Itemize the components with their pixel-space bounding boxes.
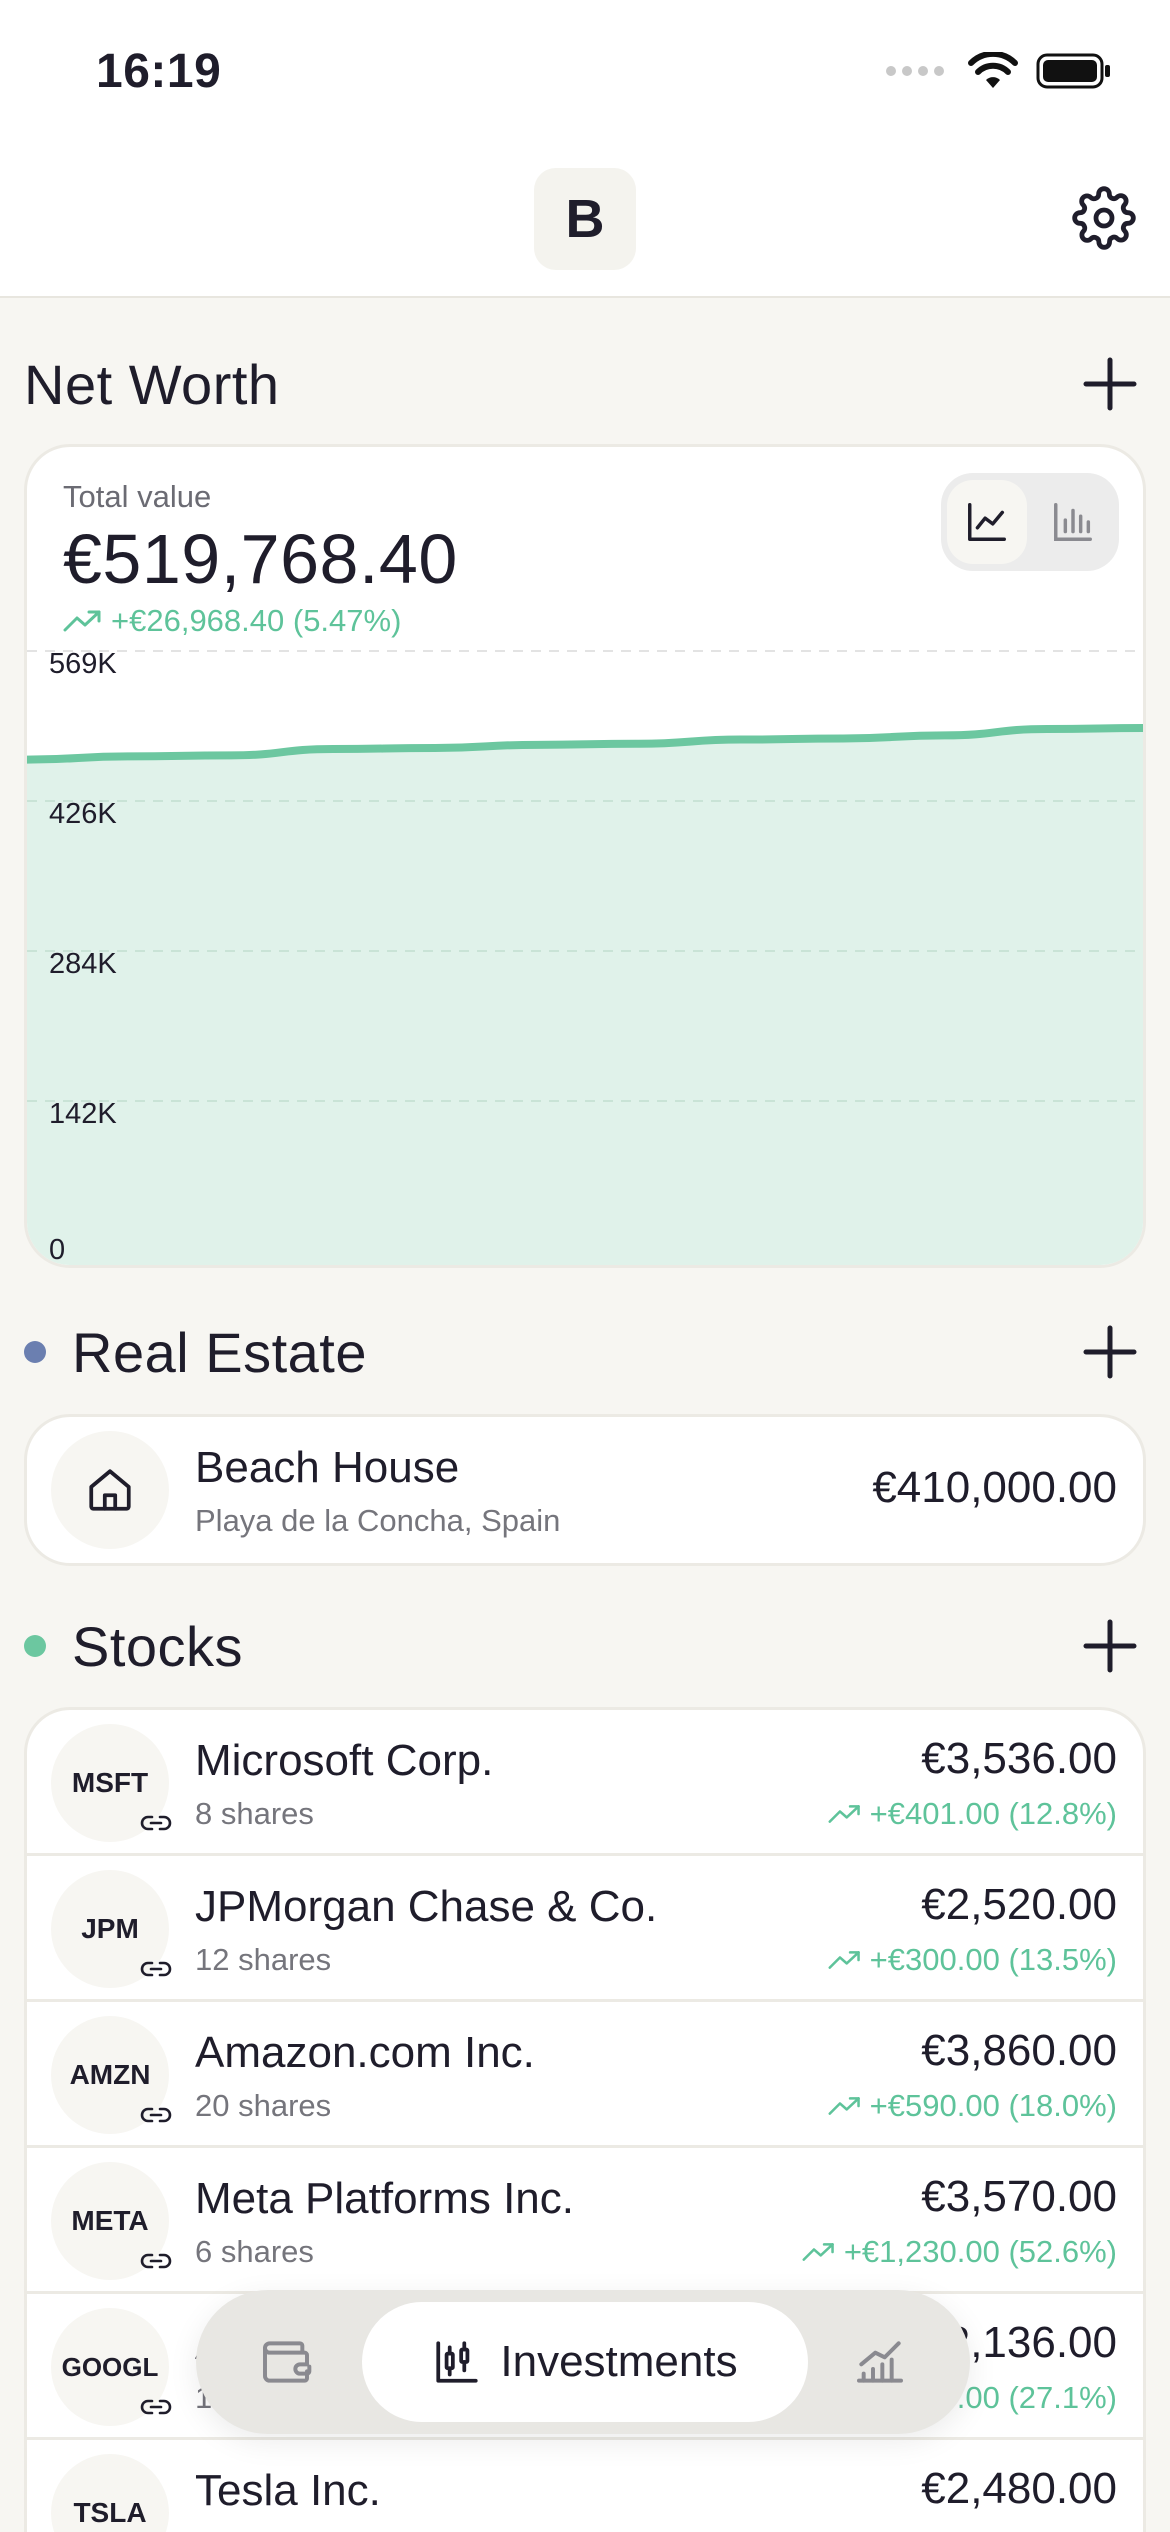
app-logo[interactable]: B (534, 168, 636, 270)
trending-up-icon (828, 1805, 860, 1823)
status-bar: 16:19 (0, 0, 1170, 150)
table-row[interactable]: AMZN Amazon.com Inc. 20 shares €3,860.00… (27, 2002, 1143, 2148)
ticker-avatar: TSLA (51, 2454, 169, 2532)
real-estate-dot (24, 1341, 46, 1363)
total-change: +€26,968.40 (5.47%) (63, 603, 401, 639)
trend-chart-icon (857, 2341, 903, 2383)
trending-up-icon (828, 2097, 860, 2115)
tab-wallet[interactable] (226, 2302, 346, 2422)
y-tick-label: 426K (49, 798, 117, 830)
stock-value: 2,136.00 (945, 2318, 1117, 2367)
stock-change: +€1,230.00 (52.6%) (802, 2234, 1117, 2270)
stock-change: +€300.00 (13.5%) (828, 1942, 1117, 1978)
stock-value: €3,536.00 (921, 1734, 1117, 1783)
table-row[interactable]: TSLA Tesla Inc. €2,480.00 (27, 2440, 1143, 2532)
stock-change-text: +€1,230.00 (52.6%) (843, 2234, 1117, 2269)
net-worth-title: Net Worth (24, 352, 280, 416)
real-estate-card: Beach House Playa de la Concha, Spain €4… (24, 1414, 1146, 1566)
stock-value: €3,570.00 (921, 2172, 1117, 2221)
real-estate-title: Real Estate (72, 1320, 367, 1384)
battery-icon (1036, 53, 1110, 89)
stock-name: Amazon.com Inc. (195, 2028, 535, 2077)
gear-icon (1072, 186, 1136, 250)
stocks-title: Stocks (72, 1614, 244, 1678)
net-worth-header: Net Worth (24, 344, 1146, 424)
plus-icon (1083, 1619, 1137, 1673)
plus-icon (1083, 1325, 1137, 1379)
stock-change: +€590.00 (18.0%) (828, 2088, 1117, 2124)
plus-icon (1083, 357, 1137, 411)
trending-up-icon (828, 1951, 860, 1969)
y-tick-label: 569K (49, 648, 117, 680)
real-estate-header: Real Estate (24, 1312, 1146, 1392)
stocks-dot (24, 1635, 46, 1657)
add-net-worth-button[interactable] (1074, 348, 1146, 420)
net-worth-card: 569K 426K 284K 142K 0 Total value €519,768.4… (24, 444, 1146, 1268)
status-icons (886, 52, 1112, 90)
candlestick-chart-icon (436, 2341, 479, 2383)
stock-change: +€401.00 (12.8%) (828, 1796, 1117, 1832)
bar-chart-view-button[interactable] (1033, 480, 1113, 564)
add-stock-button[interactable] (1074, 1610, 1146, 1682)
table-row[interactable]: META Meta Platforms Inc. 6 shares €3,570… (27, 2148, 1143, 2294)
link-icon (139, 2248, 173, 2274)
trending-up-icon (63, 610, 101, 632)
stock-name: Meta Platforms Inc. (195, 2174, 575, 2223)
y-tick-label: 0 (49, 1234, 65, 1266)
line-chart-view-button[interactable] (947, 480, 1027, 564)
stock-name: Tesla Inc. (195, 2466, 381, 2515)
table-row[interactable]: MSFT Microsoft Corp. 8 shares €3,536.00 … (27, 1710, 1143, 1856)
y-tick-label: 284K (49, 948, 117, 980)
stock-shares: 6 shares (195, 2234, 314, 2269)
total-value-label: Total value (63, 479, 212, 514)
link-icon (139, 1810, 173, 1836)
link-icon (139, 2394, 173, 2420)
wallet-icon (263, 2341, 312, 2383)
add-real-estate-button[interactable] (1074, 1316, 1146, 1388)
stock-value: €3,860.00 (921, 2026, 1117, 2075)
home-icon (89, 1469, 131, 1511)
settings-button[interactable] (1068, 182, 1140, 254)
stock-value: €2,480.00 (921, 2464, 1117, 2513)
link-icon (139, 1956, 173, 1982)
status-time: 16:19 (96, 45, 222, 98)
link-icon (139, 2102, 173, 2128)
trending-up-icon (802, 2243, 834, 2261)
line-chart-icon (968, 503, 1006, 541)
stock-change-text: +€401.00 (12.8%) (869, 1796, 1117, 1831)
tab-investments-label: Investments (500, 2337, 738, 2386)
y-tick-label: 142K (49, 1098, 117, 1130)
stock-name: JPMorgan Chase & Co. (195, 1882, 658, 1931)
property-avatar (51, 1431, 169, 1549)
stock-shares: 12 shares (195, 1942, 332, 1977)
stock-change-text: +€300.00 (13.5%) (869, 1942, 1117, 1977)
total-value: €519,768.40 (63, 520, 458, 598)
stock-change-text: .00 (27.1%) (956, 2380, 1117, 2415)
property-location: Playa de la Concha, Spain (195, 1503, 561, 1538)
stock-shares: 20 shares (195, 2088, 332, 2123)
stock-shares: 8 shares (195, 1796, 314, 1831)
bottom-tab-bar: Investments (196, 2290, 970, 2434)
app-header: B (0, 150, 1170, 298)
tab-performance[interactable] (820, 2302, 940, 2422)
stocks-header: Stocks (24, 1606, 1146, 1686)
chart-area-fill (27, 727, 1143, 1265)
bar-chart-icon (1054, 503, 1092, 541)
property-value: €410,000.00 (872, 1463, 1117, 1512)
cellular-signal-icon (886, 66, 944, 76)
total-change-text: +€26,968.40 (5.47%) (111, 603, 402, 638)
tab-investments[interactable]: Investments (362, 2302, 808, 2422)
stock-change-text: +€590.00 (18.0%) (869, 2088, 1117, 2123)
chart-view-toggle (941, 473, 1119, 571)
stock-name: Microsoft Corp. (195, 1736, 494, 1785)
table-row[interactable]: JPM JPMorgan Chase & Co. 12 shares €2,52… (27, 1856, 1143, 2002)
stock-value: €2,520.00 (921, 1880, 1117, 1929)
wifi-icon (968, 52, 1018, 88)
list-item[interactable]: Beach House Playa de la Concha, Spain €4… (27, 1417, 1143, 1563)
property-name: Beach House (195, 1443, 460, 1492)
stock-change: .00 (27.1%) (957, 2380, 1117, 2416)
